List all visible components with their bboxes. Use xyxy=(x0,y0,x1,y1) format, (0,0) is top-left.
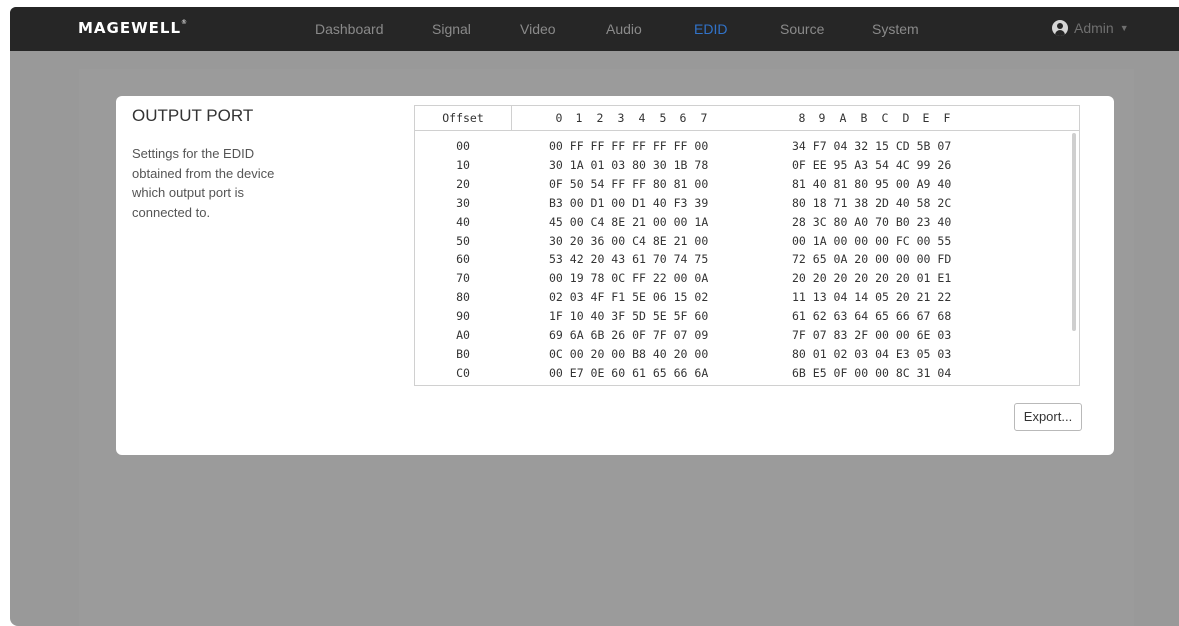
brand-logo: MAGEWELL® xyxy=(78,19,188,37)
table-row: 20 0F 50 54 FF FF 80 81 00 81 40 81 80 95 … xyxy=(415,175,1065,193)
row-offset: B0 xyxy=(456,346,470,361)
col-header: 9 xyxy=(818,111,826,125)
row-bytes-low: 0F 50 54 FF FF 80 81 00 xyxy=(549,176,709,191)
row-bytes-high: 11 13 04 14 05 20 21 22 xyxy=(792,290,952,305)
table-row: C0 00 E7 0E 60 61 65 66 6A 6B E5 0F 00 00 … xyxy=(415,364,1065,382)
row-bytes-high: 28 3C 80 A0 70 B0 23 40 xyxy=(792,214,952,229)
row-bytes-high: 61 62 63 64 65 66 67 68 xyxy=(792,309,952,324)
col-header: 3 xyxy=(617,111,625,125)
offset-header: Offset xyxy=(415,106,512,130)
col-header: 8 xyxy=(798,111,806,125)
nav-system[interactable]: System xyxy=(872,21,919,37)
row-bytes-low: 00 FF FF FF FF FF FF 00 xyxy=(549,139,709,153)
table-row: 70 00 19 78 0C FF 22 00 0A 20 20 20 20 20 … xyxy=(415,269,1065,287)
row-bytes-high: 20 20 20 20 20 20 01 E1 xyxy=(792,271,952,286)
row-bytes-low: 30 20 36 00 C4 8E 21 00 xyxy=(549,233,709,248)
col-header: A xyxy=(839,111,847,125)
row-bytes-low: 1F 10 40 3F 5D 5E 5F 60 xyxy=(549,309,709,324)
table-row: 40 45 00 C4 8E 21 00 00 1A 28 3C 80 A0 70 … xyxy=(415,213,1065,231)
row-bytes-low: 45 00 C4 8E 21 00 00 1A xyxy=(549,214,709,229)
row-bytes-high: 7F 07 83 2F 00 00 6E 03 xyxy=(792,328,952,342)
row-bytes-high: 0F EE 95 A3 54 4C 99 26 xyxy=(792,157,952,172)
col-header: 5 xyxy=(659,111,667,125)
table-row: 00 00 FF FF FF FF FF FF 00 34 F7 04 32 15 … xyxy=(415,137,1065,155)
table-row: 30 B3 00 D1 00 D1 40 F3 39 80 18 71 38 2D … xyxy=(415,194,1065,212)
row-bytes-high: 80 18 71 38 2D 40 58 2C xyxy=(792,195,952,210)
user-menu[interactable]: Admin ▼ xyxy=(1052,20,1129,36)
row-offset: A0 xyxy=(456,328,470,342)
nav-audio[interactable]: Audio xyxy=(606,21,642,37)
row-bytes-high: 80 01 02 03 04 E3 05 03 xyxy=(792,346,952,361)
user-icon xyxy=(1052,20,1068,36)
row-offset: 70 xyxy=(456,271,470,286)
edid-hex-table: Offset 0 1 2 3 4 5 6 7 8 9 A B C D E F 0… xyxy=(414,105,1080,386)
col-header: D xyxy=(902,111,910,125)
nav-source[interactable]: Source xyxy=(780,21,824,37)
col-header: 7 xyxy=(700,111,708,125)
row-bytes-high: 81 40 81 80 95 00 A9 40 xyxy=(792,176,952,191)
col-header: 6 xyxy=(679,111,687,125)
nav-edid[interactable]: EDID xyxy=(694,21,727,37)
card-title: OUTPUT PORT xyxy=(132,106,254,125)
output-port-card: OUTPUT PORT Settings for the EDID obtain… xyxy=(116,96,1114,455)
card-description: Settings for the EDID obtained from the … xyxy=(132,146,275,220)
row-bytes-low: 02 03 4F F1 5E 06 15 02 xyxy=(549,290,709,305)
row-bytes-high: 6B E5 0F 00 00 8C 31 04 xyxy=(792,365,952,380)
col-header: B xyxy=(860,111,868,125)
row-bytes-low: 00 E7 0E 60 61 65 66 6A xyxy=(549,365,709,380)
row-offset: 30 xyxy=(456,195,470,210)
row-offset: C0 xyxy=(456,365,470,380)
row-bytes-high: 00 1A 00 00 00 FC 00 55 xyxy=(792,233,952,248)
col-header: E xyxy=(922,111,930,125)
row-bytes-low: 53 42 20 43 61 70 74 75 xyxy=(549,252,709,267)
table-row: B0 0C 00 20 00 B8 40 20 00 80 01 02 03 04 … xyxy=(415,345,1065,363)
row-offset: 90 xyxy=(456,309,470,324)
col-header: 2 xyxy=(596,111,604,125)
row-offset: 20 xyxy=(456,176,470,191)
row-offset: 50 xyxy=(456,233,470,248)
row-bytes-high: 34 F7 04 32 15 CD 5B 07 xyxy=(792,139,952,153)
table-row: 10 30 1A 01 03 80 30 1B 78 0F EE 95 A3 54 … xyxy=(415,156,1065,174)
table-row: A0 69 6A 6B 26 0F 7F 07 09 7F 07 83 2F 00 … xyxy=(415,326,1065,344)
table-row: 60 53 42 20 43 61 70 74 75 72 65 0A 20 00 … xyxy=(415,250,1065,268)
row-offset: 60 xyxy=(456,252,470,267)
col-header: 1 xyxy=(575,111,583,125)
row-bytes-low: 00 19 78 0C FF 22 00 0A xyxy=(549,271,709,286)
table-row: 90 1F 10 40 3F 5D 5E 5F 60 61 62 63 64 65 … xyxy=(415,307,1065,325)
col-header: 4 xyxy=(638,111,646,125)
table-scrollbar[interactable] xyxy=(1072,133,1076,331)
col-header: C xyxy=(881,111,889,125)
row-offset: 40 xyxy=(456,214,470,229)
export-button[interactable]: Export... xyxy=(1014,403,1082,431)
brand-logo-reg: ® xyxy=(181,19,189,26)
table-row: 50 30 20 36 00 C4 8E 21 00 00 1A 00 00 00 … xyxy=(415,232,1065,250)
brand-logo-text: MAGEWELL xyxy=(78,19,182,37)
app-window: MAGEWELL® Dashboard Signal Video Audio E… xyxy=(10,7,1179,626)
row-bytes-low: B3 00 D1 00 D1 40 F3 39 xyxy=(549,195,709,210)
row-offset: 10 xyxy=(456,157,470,172)
nav-video[interactable]: Video xyxy=(520,21,556,37)
col-header: 0 xyxy=(555,111,563,125)
row-offset: 00 xyxy=(456,139,470,153)
col-header: F xyxy=(943,111,951,125)
row-bytes-high: 72 65 0A 20 00 00 00 FD xyxy=(792,252,952,267)
row-bytes-low: 30 1A 01 03 80 30 1B 78 xyxy=(549,157,709,172)
nav-signal[interactable]: Signal xyxy=(432,21,471,37)
edid-table-header: Offset 0 1 2 3 4 5 6 7 8 9 A B C D E F xyxy=(415,106,1079,131)
table-row: 80 02 03 4F F1 5E 06 15 02 11 13 04 14 05 … xyxy=(415,288,1065,306)
nav-dashboard[interactable]: Dashboard xyxy=(315,21,384,37)
chevron-down-icon: ▼ xyxy=(1119,23,1129,33)
row-bytes-low: 69 6A 6B 26 0F 7F 07 09 xyxy=(549,328,709,342)
row-bytes-low: 0C 00 20 00 B8 40 20 00 xyxy=(549,346,709,361)
top-navbar: MAGEWELL® Dashboard Signal Video Audio E… xyxy=(10,7,1179,51)
user-name: Admin xyxy=(1074,20,1114,36)
row-offset: 80 xyxy=(456,290,470,305)
